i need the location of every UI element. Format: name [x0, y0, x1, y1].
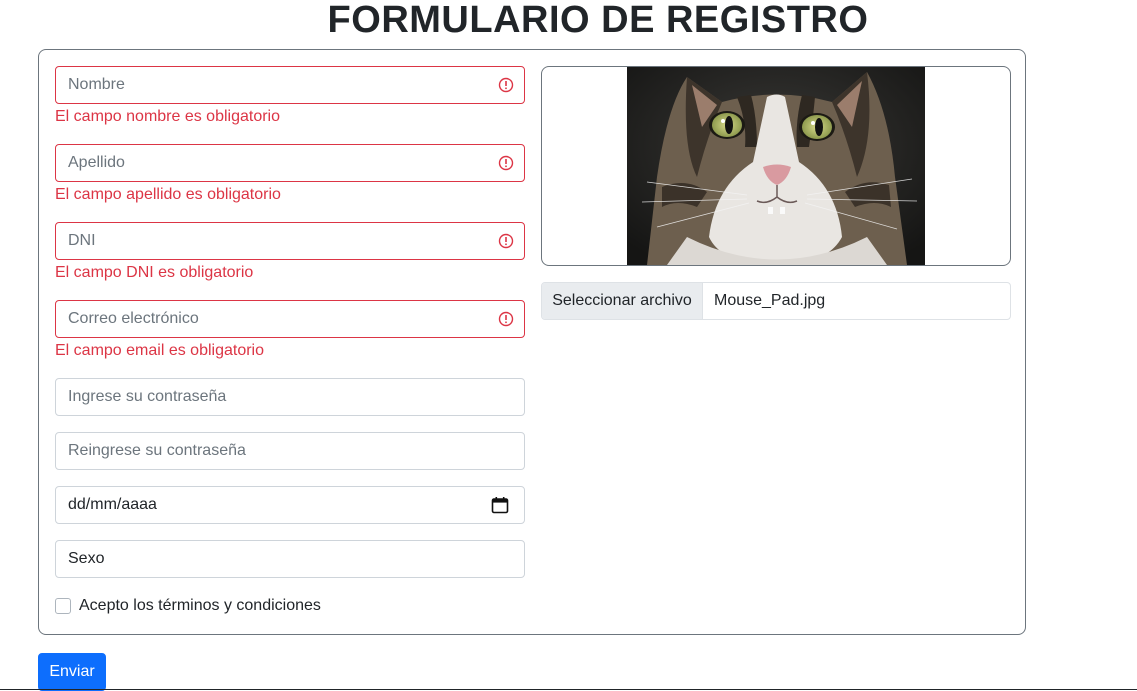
nombre-field-wrapper	[55, 66, 525, 104]
email-error: El campo email es obligatorio	[55, 342, 264, 359]
dni-error: El campo DNI es obligatorio	[55, 264, 254, 281]
sexo-select[interactable]: Sexo	[55, 540, 525, 578]
nombre-input[interactable]	[56, 67, 524, 103]
apellido-error: El campo apellido es obligatorio	[55, 186, 281, 203]
password-repeat-input[interactable]	[56, 433, 524, 469]
apellido-input[interactable]	[56, 145, 524, 181]
dni-field-wrapper	[55, 222, 525, 260]
dni-input[interactable]	[56, 223, 524, 259]
password-repeat-field-wrapper	[55, 432, 525, 470]
email-input[interactable]	[56, 301, 524, 337]
apellido-field-wrapper	[55, 144, 525, 182]
exclamation-circle-icon	[498, 155, 514, 171]
birthdate-input[interactable]: dd/mm/aaaa	[55, 486, 525, 524]
birthdate-value: dd/mm/aaaa	[68, 496, 157, 513]
password-input[interactable]	[56, 379, 524, 415]
exclamation-circle-icon	[498, 77, 514, 93]
exclamation-circle-icon	[498, 233, 514, 249]
page-title: FORMULARIO DE REGISTRO	[327, 0, 869, 41]
nombre-error: El campo nombre es obligatorio	[55, 108, 281, 125]
password-field-wrapper	[55, 378, 525, 416]
terms-label[interactable]: Acepto los términos y condiciones	[79, 597, 321, 615]
file-input[interactable]: Seleccionar archivo Mouse_Pad.jpg	[541, 282, 1011, 320]
exclamation-circle-icon	[498, 311, 514, 327]
select-file-button[interactable]: Seleccionar archivo	[542, 283, 703, 319]
calendar-icon[interactable]	[491, 496, 509, 514]
terms-checkbox[interactable]	[55, 598, 71, 614]
submit-button[interactable]: Enviar	[38, 653, 106, 691]
email-field-wrapper	[55, 300, 525, 338]
selected-file-name: Mouse_Pad.jpg	[714, 292, 826, 309]
cat-photo	[627, 67, 925, 265]
sexo-value: Sexo	[68, 550, 105, 567]
image-preview	[541, 66, 1011, 266]
